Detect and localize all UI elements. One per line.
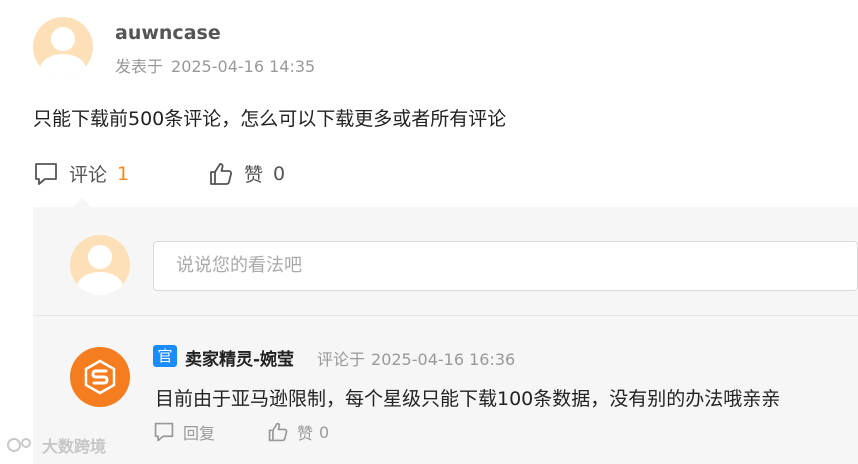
comment-panel: 说说您的看法吧 官 卖家精灵-婉莹 评论于 2025-04-16 16:36 目前…	[33, 207, 858, 464]
reply-like-button[interactable]: 赞 0	[267, 420, 329, 444]
post-username[interactable]: auwncase	[115, 22, 221, 44]
reply-time-prefix: 评论于	[317, 350, 366, 369]
reply-button[interactable]: 回复	[153, 420, 215, 444]
reply-time: 2025-04-16 16:36	[371, 350, 516, 369]
watermark-logo-icon	[7, 438, 31, 452]
like-label: 赞	[244, 164, 264, 186]
comment-button[interactable]: 评论 1	[33, 160, 129, 187]
comment-label: 评论	[69, 164, 108, 186]
post-time: 2025-04-16 14:35	[171, 57, 316, 76]
reply-like-label: 赞	[297, 424, 314, 443]
official-badge: 官	[153, 345, 177, 367]
reply-meta: 评论于 2025-04-16 16:36	[317, 346, 521, 370]
s-logo-icon	[84, 359, 116, 395]
comment-input[interactable]: 说说您的看法吧	[153, 241, 858, 291]
post-author-avatar[interactable]	[33, 17, 93, 77]
divider	[33, 315, 858, 316]
avatar-body-shape	[77, 272, 123, 295]
reply-username[interactable]: 卖家精灵-婉莹	[185, 345, 294, 370]
comment-count: 1	[117, 162, 130, 185]
post-content: 只能下载前500条评论，怎么可以下载更多或者所有评论	[33, 108, 507, 130]
watermark: 大数跨境	[6, 433, 106, 457]
avatar-head-shape	[51, 27, 75, 51]
reply-content: 目前由于亚马逊限制，每个星级只能下载100条数据，没有别的办法哦亲亲	[155, 388, 781, 410]
avatar-body-shape	[40, 54, 86, 77]
post-time-prefix: 发表于	[115, 57, 164, 76]
current-user-avatar	[70, 235, 130, 295]
post-meta: 发表于 2025-04-16 14:35	[115, 53, 323, 77]
speech-bubble-icon	[35, 162, 57, 185]
watermark-text: 大数跨境	[42, 437, 107, 456]
reply-label: 回复	[183, 424, 216, 443]
like-button[interactable]: 赞 0	[208, 160, 285, 187]
like-count: 0	[273, 162, 286, 185]
avatar-head-shape	[88, 245, 112, 269]
thumbs-up-icon	[210, 162, 233, 185]
speech-bubble-icon	[154, 422, 174, 442]
thumbs-up-icon	[268, 422, 288, 442]
reply-like-count: 0	[319, 422, 330, 442]
reply-author-avatar[interactable]	[70, 347, 130, 407]
